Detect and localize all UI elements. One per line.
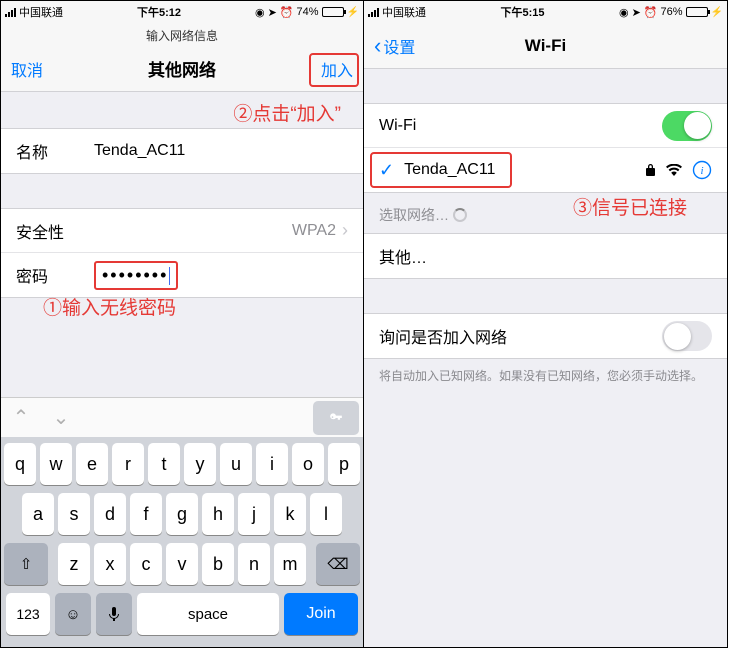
highlight-join — [309, 53, 359, 87]
space-key[interactable]: space — [137, 593, 279, 635]
location-icon: ➤ — [268, 6, 277, 19]
svg-text:i: i — [700, 165, 703, 177]
security-row[interactable]: 安全性 WPA2 › — [1, 209, 363, 253]
shift-key[interactable]: ⇧ — [4, 543, 48, 585]
password-key-icon[interactable] — [313, 401, 359, 435]
lock-icon — [645, 163, 656, 177]
password-label: 密码 — [16, 263, 94, 287]
key-y[interactable]: y — [184, 443, 216, 485]
ask-join-label: 询问是否加入网络 — [379, 324, 662, 348]
page-title: 其他网络 — [65, 56, 299, 81]
clock: 下午5:15 — [426, 4, 619, 20]
name-value: Tenda_AC11 — [94, 142, 348, 160]
other-label: 其他… — [379, 244, 712, 268]
signal-icon — [5, 8, 16, 17]
key-k[interactable]: k — [274, 493, 306, 535]
key-s[interactable]: s — [58, 493, 90, 535]
chevron-right-icon: › — [342, 220, 348, 241]
key-u[interactable]: u — [220, 443, 252, 485]
key-o[interactable]: o — [292, 443, 324, 485]
page-title: Wi-Fi — [428, 36, 663, 56]
annotation-3: ③信号已连接 — [573, 193, 687, 220]
battery-percent: 76% — [661, 6, 683, 18]
key-c[interactable]: c — [130, 543, 162, 585]
info-icon[interactable]: i — [692, 160, 712, 180]
password-input[interactable]: •••••••• — [94, 261, 178, 290]
navbar: ‹设置 Wi-Fi — [364, 23, 727, 69]
charging-icon: ⚡ — [711, 7, 723, 18]
chevron-left-icon: ‹ — [374, 33, 381, 58]
key-a[interactable]: a — [22, 493, 54, 535]
key-r[interactable]: r — [112, 443, 144, 485]
key-n[interactable]: n — [238, 543, 270, 585]
key-h[interactable]: h — [202, 493, 234, 535]
clock: 下午5:12 — [63, 4, 255, 20]
kb-down-icon[interactable]: ⌄ — [41, 405, 81, 430]
security-label: 安全性 — [16, 219, 94, 243]
keyboard-join-key[interactable]: Join — [284, 593, 358, 635]
key-icon — [329, 411, 343, 425]
key-x[interactable]: x — [94, 543, 126, 585]
key-f[interactable]: f — [130, 493, 162, 535]
key-p[interactable]: p — [328, 443, 360, 485]
alarm-icon: ⏰ — [644, 6, 658, 19]
signal-icon — [368, 8, 379, 17]
name-label: 名称 — [16, 139, 94, 163]
numbers-key[interactable]: 123 — [6, 593, 50, 635]
statusbar: 中国联通 下午5:15 ◉ ➤ ⏰ 76% ⚡ — [364, 1, 727, 23]
key-q[interactable]: q — [4, 443, 36, 485]
key-m[interactable]: m — [274, 543, 306, 585]
wifi-toggle[interactable] — [662, 111, 712, 141]
backspace-key[interactable]: ⌫ — [316, 543, 360, 585]
other-network-row[interactable]: 其他… — [364, 234, 727, 278]
charging-icon: ⚡ — [347, 7, 359, 18]
kb-up-icon[interactable]: ⌃ — [1, 405, 41, 430]
subheading: 输入网络信息 — [1, 23, 363, 46]
key-d[interactable]: d — [94, 493, 126, 535]
spinner-icon — [453, 208, 467, 222]
phone-right: 中国联通 下午5:15 ◉ ➤ ⏰ 76% ⚡ ‹设置 Wi-Fi Wi-Fi … — [364, 0, 728, 648]
password-row[interactable]: 密码 •••••••• — [1, 253, 363, 297]
key-t[interactable]: t — [148, 443, 180, 485]
wifi-icon — [666, 164, 682, 176]
key-z[interactable]: z — [58, 543, 90, 585]
footer-note: 将自动加入已知网络。如果没有已知网络，您必须手动选择。 — [364, 359, 727, 384]
compass-icon: ◉ — [619, 6, 629, 19]
statusbar: 中国联通 下午5:12 ◉ ➤ ⏰ 74% ⚡ — [1, 1, 363, 23]
mic-key[interactable] — [96, 593, 132, 635]
carrier-label: 中国联通 — [382, 4, 426, 20]
carrier-label: 中国联通 — [19, 4, 63, 20]
keyboard: ⌃ ⌄ qwertyuiop asdfghjkl ⇧ zxcvbnm ⌫ 123… — [1, 397, 363, 647]
location-icon: ➤ — [632, 6, 641, 19]
battery-icon — [322, 7, 344, 17]
key-l[interactable]: l — [310, 493, 342, 535]
key-v[interactable]: v — [166, 543, 198, 585]
battery-percent: 74% — [297, 6, 319, 18]
mic-icon — [108, 606, 120, 622]
wifi-toggle-row: Wi-Fi — [364, 104, 727, 148]
security-value: WPA2 — [292, 222, 336, 240]
connected-network-row[interactable]: ✓ Tenda_AC11 i — [364, 148, 727, 192]
key-g[interactable]: g — [166, 493, 198, 535]
battery-icon — [686, 7, 708, 17]
key-e[interactable]: e — [76, 443, 108, 485]
key-w[interactable]: w — [40, 443, 72, 485]
key-j[interactable]: j — [238, 493, 270, 535]
phone-left: 中国联通 下午5:12 ◉ ➤ ⏰ 74% ⚡ 输入网络信息 取消 其他网络 加… — [0, 0, 364, 648]
key-i[interactable]: i — [256, 443, 288, 485]
alarm-icon: ⏰ — [280, 6, 294, 19]
ask-join-toggle[interactable] — [662, 321, 712, 351]
key-b[interactable]: b — [202, 543, 234, 585]
annotation-2: ②点击“加入” — [233, 99, 341, 126]
annotation-1: ①输入无线密码 — [43, 293, 176, 320]
wifi-label: Wi-Fi — [379, 117, 662, 135]
emoji-key[interactable]: ☺ — [55, 593, 91, 635]
network-name-row[interactable]: 名称 Tenda_AC11 — [1, 129, 363, 173]
back-button[interactable]: ‹设置 — [364, 33, 428, 59]
compass-icon: ◉ — [255, 6, 265, 19]
ask-join-row: 询问是否加入网络 — [364, 314, 727, 358]
highlight-ssid — [370, 152, 512, 188]
cancel-button[interactable]: 取消 — [1, 57, 65, 81]
